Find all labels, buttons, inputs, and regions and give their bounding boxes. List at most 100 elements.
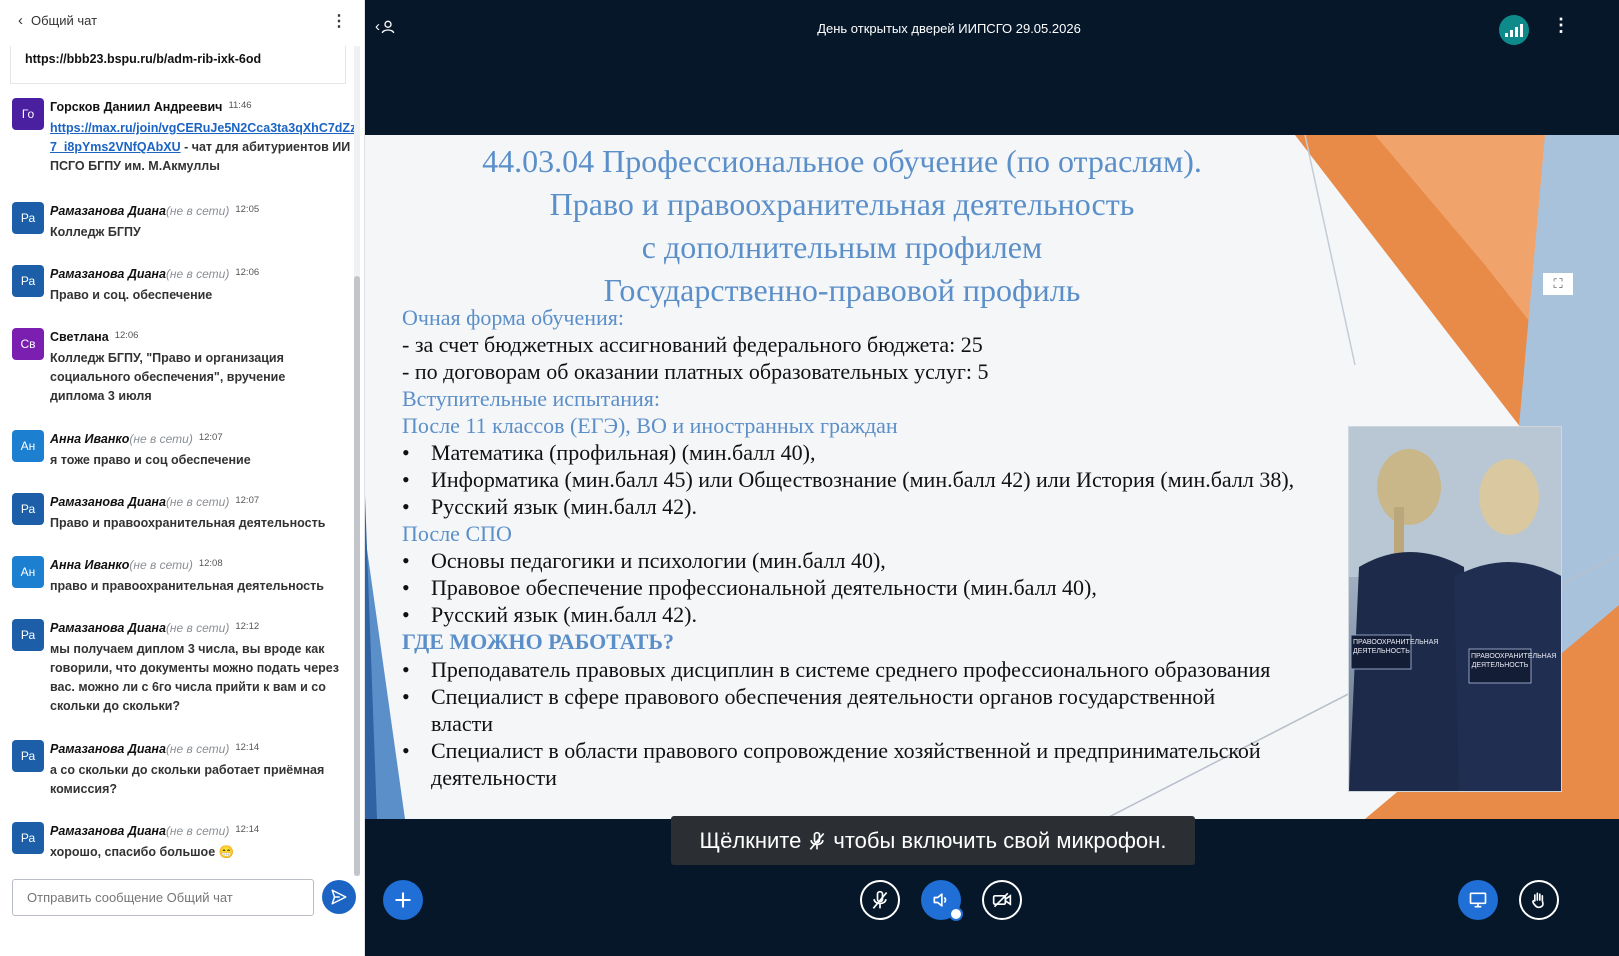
- message-text: я тоже право и соц обеспечение: [50, 453, 251, 467]
- slide-photo: ПРАВООХРАНИТЕЛЬНАЯ ДЕЯТЕЛЬНОСТЬ ПРАВООХР…: [1348, 426, 1562, 792]
- list-item: Ра Рамазанова Диана(не в сети) 12:07 Прав…: [12, 493, 356, 533]
- screen-share-button[interactable]: [1458, 880, 1498, 920]
- avatar: Ан: [12, 430, 44, 462]
- raise-hand-button[interactable]: [1519, 880, 1559, 920]
- message-text: Колледж БГПУ: [50, 225, 141, 239]
- message-time: 12:12: [235, 621, 260, 632]
- sender-name: Рамазанова Диана: [50, 742, 166, 756]
- raise-hand-icon: [1532, 892, 1544, 909]
- list-item: Ра Рамазанова Диана(не в сети) 12:12 мы п…: [12, 619, 356, 716]
- chat-message-input[interactable]: [12, 879, 314, 916]
- screen-share-icon: [1469, 892, 1487, 908]
- message-time: 12:07: [198, 432, 223, 443]
- sender-name: Анна Иванко: [50, 432, 130, 446]
- list-item: Ра Рамазанова Диана(не в сети) 12:05 Колл…: [12, 202, 356, 242]
- offline-status: (не в сети): [129, 558, 193, 572]
- photo-patch-text: ПРАВООХРАНИТЕЛЬНАЯ ДЕЯТЕЛЬНОСТЬ: [1353, 639, 1439, 655]
- offline-status: (не в сети): [165, 204, 230, 218]
- actions-button[interactable]: [383, 880, 423, 920]
- list-item: Ра Рамазанова Диана(не в сети) 12:06 Прав…: [12, 265, 356, 305]
- offline-status: (не в сети): [165, 742, 230, 756]
- message-text: https://max.ru/join/vgCERuJe5N2Cca3ta3qX…: [50, 121, 356, 173]
- message-time: 12:14: [235, 824, 260, 835]
- avatar: Ра: [12, 740, 44, 772]
- avatar: Ра: [12, 265, 44, 297]
- slide-bullet: Русский язык (мин.балл 42).: [402, 493, 1322, 520]
- fullscreen-button[interactable]: ⛶: [1543, 273, 1573, 295]
- message-text: мы получаем диплом 3 числа, вы вроде как…: [50, 642, 339, 713]
- avatar: Го: [12, 98, 44, 130]
- offline-status: (не в сети): [165, 495, 230, 509]
- plus-icon: [395, 892, 411, 908]
- message-text: хорошо, спасибо большое 😁: [50, 845, 235, 859]
- camera-off-icon: [992, 892, 1012, 908]
- camera-button[interactable]: [982, 880, 1022, 920]
- message-list: https://bbb23.bspu.ru/b/adm-rib-ixk-6od …: [0, 46, 356, 904]
- students-photo-illustration: [1349, 427, 1561, 791]
- expand-icon: ⛶: [1553, 276, 1563, 291]
- avatar: Ра: [12, 619, 44, 651]
- message-time: 12:06: [235, 267, 260, 278]
- sender-name: Горсков Даниил Андреевич: [50, 100, 223, 114]
- kebab-icon[interactable]: ⋮: [1552, 15, 1570, 36]
- slide-heading: После 11 классов (ЕГЭ), ВО и иностранных…: [402, 413, 898, 438]
- sender-name: Светлана: [50, 330, 109, 344]
- scroll-thumb[interactable]: [354, 276, 360, 876]
- photo-patch-text: ПРАВООХРАНИТЕЛЬНАЯ ДЕЯТЕЛЬНОСТЬ: [1471, 653, 1557, 669]
- offline-status: (не в сети): [165, 824, 230, 838]
- list-item: Ан Анна Иванко(не в сети) 12:07 я тоже пр…: [12, 430, 356, 470]
- speaker-icon: [933, 893, 947, 907]
- slide-bullet: Правовое обеспечение профессиональной де…: [402, 574, 1322, 601]
- message-time: 11:46: [228, 100, 252, 111]
- mic-button[interactable]: [860, 880, 900, 920]
- send-icon: [331, 889, 347, 905]
- slide-heading: После СПО: [402, 521, 512, 546]
- slide-bullet: Информатика (мин.балл 45) или Обществозн…: [402, 466, 1322, 493]
- slide-bullet: Основы педагогики и психологии (мин.балл…: [402, 547, 1322, 574]
- slide-title-line: с дополнительным профилем: [641, 229, 1043, 265]
- message-time: 12:07: [235, 495, 260, 506]
- avatar: Ра: [12, 202, 44, 234]
- connection-status-button[interactable]: [1499, 15, 1529, 45]
- slide-text: 44.03.04 Профессиональное обучение (по о…: [402, 135, 1322, 791]
- list-item: Ан Анна Иванко(не в сети) 12:08 право и п…: [12, 556, 356, 596]
- send-button[interactable]: [322, 880, 356, 914]
- avatar: Св: [12, 328, 44, 360]
- slide-heading: Вступительные испытания:: [402, 386, 661, 411]
- sender-name: Рамазанова Диана: [50, 267, 166, 281]
- tooltip-text: чтобы включить свой микрофон.: [833, 827, 1167, 853]
- message-time: 12:06: [114, 330, 139, 341]
- message-time: 12:05: [235, 204, 260, 215]
- signal-bars-icon: [1505, 33, 1508, 37]
- list-item: Св Светлана 12:06 Колледж БГПУ, "Право и …: [12, 328, 356, 406]
- chat-scrollbar[interactable]: [354, 46, 360, 876]
- chat-title: Общий чат: [31, 12, 98, 28]
- chevron-left-icon[interactable]: ‹: [18, 12, 23, 29]
- meeting-area: ‹ День открытых дверей ИИПСГО 29.05.2026…: [365, 0, 1619, 956]
- presentation-slide: 44.03.04 Профессиональное обучение (по о…: [365, 135, 1619, 819]
- sender-name: Рамазанова Диана: [50, 824, 166, 838]
- offline-status: (не в сети): [129, 432, 193, 446]
- slide-bullet: Преподаватель правовых дисциплин в систе…: [402, 656, 1307, 683]
- avatar: Ра: [12, 822, 44, 854]
- slide-title-line: Право и правоохранительная деятельность: [549, 186, 1135, 222]
- chat-panel: ‹ Общий чат ⋮ https://bbb23.bspu.ru/b/ad…: [0, 0, 365, 956]
- slide-bullet: Математика (профильная) (мин.балл 40),: [402, 439, 1322, 466]
- meeting-title: День открытых дверей ИИПСГО 29.05.2026: [817, 21, 1081, 36]
- audio-options-badge[interactable]: [949, 907, 963, 921]
- pinned-link[interactable]: https://bbb23.bspu.ru/b/adm-rib-ixk-6od: [10, 46, 346, 84]
- message-text: Колледж БГПУ, "Право и организация социа…: [50, 351, 286, 403]
- slide-line: - за счет бюджетных ассигнований федерал…: [402, 332, 983, 357]
- message-text: Право и соц. обеспечение: [50, 288, 213, 302]
- list-item: Го Горсков Даниил Андреевич 11:46 https:/…: [12, 98, 356, 176]
- mic-off-icon: [810, 831, 825, 850]
- kebab-icon[interactable]: ⋮: [331, 11, 347, 31]
- tooltip-text: Щёлкните: [699, 827, 802, 853]
- message-text: право и правоохранительная деятельность: [50, 579, 324, 593]
- sender-name: Рамазанова Диана: [50, 495, 166, 509]
- slide-bullet: Специалист в области правового сопровожд…: [402, 737, 1302, 791]
- slide-heading: ГДЕ МОЖНО РАБОТАТЬ?: [402, 629, 674, 654]
- mic-tooltip: Щёлкните чтобы включить свой микрофон.: [671, 816, 1195, 865]
- sender-name: Рамазанова Диана: [50, 204, 166, 218]
- audio-button[interactable]: [921, 880, 963, 921]
